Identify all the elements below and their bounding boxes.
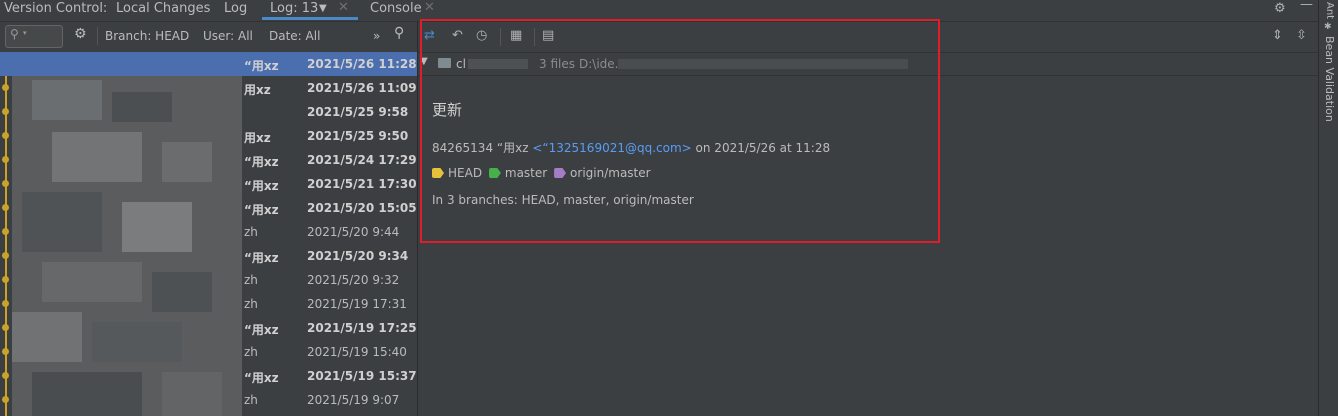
- commit-row[interactable]: zh 2021/5/20 9:44: [0, 220, 417, 244]
- commit-author: zh: [244, 297, 258, 311]
- minimize-icon[interactable]: —: [1300, 0, 1313, 12]
- commit-date: 2021/5/19 17:25: [307, 321, 417, 335]
- commit-author: 用xz: [244, 83, 271, 97]
- commit-author: 用xz: [244, 131, 271, 145]
- commit-date: 2021/5/20 15:05: [307, 201, 417, 215]
- more-filters-button[interactable]: »: [373, 29, 380, 43]
- commit-author: zh: [244, 273, 258, 287]
- commit-date: 2021/5/21 17:30: [307, 177, 417, 191]
- commit-author: “用xz: [244, 155, 279, 169]
- highlight-box: [420, 19, 940, 243]
- commit-row[interactable]: zh 2021/5/19 9:07: [0, 388, 417, 412]
- expand-all-icon[interactable]: ⇕: [1272, 28, 1283, 43]
- tab-log[interactable]: Log: [224, 1, 247, 16]
- tab-close-icon[interactable]: ✕: [338, 0, 349, 15]
- commit-row[interactable]: 2021/5/25 9:58: [0, 100, 417, 124]
- commit-author: “用xz: [244, 59, 279, 73]
- active-tab-indicator: [262, 17, 358, 20]
- commit-row[interactable]: “用xz 2021/5/20 9:34: [0, 244, 417, 268]
- commit-row[interactable]: “用xz 2021/5/26 11:28: [0, 52, 417, 76]
- commit-row[interactable]: zh 2021/5/19 17:31: [0, 292, 417, 316]
- search-history-icon[interactable]: ▾: [23, 29, 27, 37]
- search-icon: ⚲: [10, 27, 19, 41]
- console-close-icon[interactable]: ✕: [424, 0, 435, 15]
- search-icon-right[interactable]: ⚲: [394, 25, 404, 41]
- commit-author: “用xz: [244, 323, 279, 337]
- commit-date: 2021/5/19 9:07: [307, 393, 400, 407]
- commit-date: 2021/5/19 15:40: [307, 345, 407, 359]
- filter-bar: ⚲ ▾ ⚙ Branch: HEAD User: All Date: All »…: [0, 22, 417, 52]
- search-input[interactable]: ⚲ ▾: [5, 25, 63, 48]
- user-filter[interactable]: User: All: [203, 29, 253, 43]
- ant-tool-label[interactable]: Ant: [1324, 2, 1335, 19]
- commit-author: “用xz: [244, 371, 279, 385]
- commit-author: zh: [244, 393, 258, 407]
- commit-author: “用xz: [244, 251, 279, 265]
- collapse-all-icon[interactable]: ⇳: [1296, 28, 1307, 43]
- branch-filter[interactable]: Branch: HEAD: [105, 29, 189, 43]
- commit-row[interactable]: “用xz 2021/5/19 17:25: [0, 316, 417, 340]
- commit-row[interactable]: zh 2021/5/20 9:32: [0, 268, 417, 292]
- bean-validation-tab[interactable]: Bean Validation: [1323, 36, 1336, 122]
- date-filter[interactable]: Date: All: [269, 29, 320, 43]
- commit-date: 2021/5/19 17:31: [307, 297, 407, 311]
- commit-date: 2021/5/24 17:29: [307, 153, 417, 167]
- commit-date: 2021/5/20 9:44: [307, 225, 400, 239]
- bean-icon: ✱: [1324, 22, 1332, 32]
- commit-author: zh: [244, 345, 258, 359]
- commit-date: 2021/5/26 11:28: [307, 57, 417, 71]
- commit-author: “用xz: [244, 179, 279, 193]
- toolbar-separator: [97, 27, 98, 45]
- tab-log-13[interactable]: Log: 13: [270, 1, 318, 16]
- commit-row[interactable]: zh 2021/5/19 15:40: [0, 340, 417, 364]
- commit-rows: “用xz 2021/5/26 11:28 用xz 2021/5/26 11:09 202…: [0, 52, 417, 416]
- commit-row[interactable]: “用xz 2021/5/20 15:05: [0, 196, 417, 220]
- tab-console[interactable]: Console: [370, 1, 422, 16]
- commit-list-panel: ⚲ ▾ ⚙ Branch: HEAD User: All Date: All »…: [0, 22, 418, 416]
- commit-date: 2021/5/20 9:34: [307, 249, 409, 263]
- settings-gear-icon[interactable]: ⚙: [74, 26, 87, 42]
- commit-row[interactable]: “用xz 2021/5/24 17:29: [0, 148, 417, 172]
- commit-date: 2021/5/20 9:32: [307, 273, 400, 287]
- commit-row[interactable]: 用xz 2021/5/26 11:09: [0, 76, 417, 100]
- commit-row[interactable]: 用xz 2021/5/25 9:50: [0, 124, 417, 148]
- commit-date: 2021/5/25 9:50: [307, 129, 409, 143]
- commit-date: 2021/5/19 15:37: [307, 369, 417, 383]
- commit-row[interactable]: “用xz 2021/5/19 15:37: [0, 364, 417, 388]
- commit-author: zh: [244, 225, 258, 239]
- tab-local-changes[interactable]: Local Changes: [116, 1, 210, 16]
- version-control-label: Version Control:: [4, 1, 108, 16]
- commit-author: “用xz: [244, 203, 279, 217]
- commit-date: 2021/5/26 11:09: [307, 81, 417, 95]
- commit-date: 2021/5/25 9:58: [307, 105, 409, 119]
- gear-icon[interactable]: ⚙: [1274, 1, 1286, 16]
- commit-row[interactable]: “用xz 2021/5/21 17:30: [0, 172, 417, 196]
- tab-dropdown-icon[interactable]: ▼: [319, 3, 327, 14]
